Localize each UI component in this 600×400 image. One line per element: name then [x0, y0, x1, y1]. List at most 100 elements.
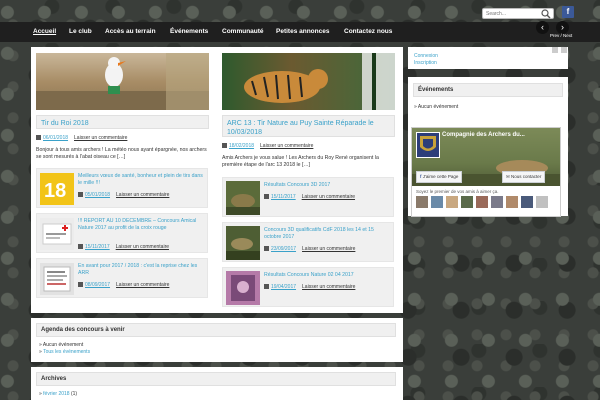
main-nav: Accueil Le club Accès au terrain Événeme… [0, 22, 600, 42]
post-excerpt: Amis Archers je vous salue ! Les Archers… [222, 155, 379, 168]
list-item: En avant pour 2017 / 2018 : c'est la rep… [36, 258, 208, 298]
avatar[interactable] [536, 196, 548, 208]
avatar[interactable] [446, 196, 458, 208]
mini-post-meta: 15/11/2017 Laisser un commentaire [78, 244, 169, 250]
post-thumbnail[interactable] [40, 263, 74, 295]
archive-count: (1) [70, 391, 78, 397]
tiger-target-image [244, 53, 395, 110]
post-thumbnail[interactable] [226, 226, 260, 260]
login-link[interactable]: Connexion [414, 53, 438, 59]
club-logo[interactable] [416, 132, 440, 158]
avatar[interactable] [416, 196, 428, 208]
mini-post-title[interactable]: !!! REPORT AU 10 DECEMBRE – Concours Ami… [78, 218, 206, 231]
mini-post-comment-link[interactable]: Laisser un commentaire [302, 284, 355, 290]
post-meta: 18/02/2018 Laisser un commentaire [222, 143, 313, 149]
agenda-all-events: » Tous les événements [39, 349, 91, 355]
post-comment-link[interactable]: Laisser un commentaire [260, 143, 313, 149]
post-thumbnail[interactable]: 18 [40, 173, 74, 205]
svg-text:18: 18 [44, 180, 66, 202]
post-thumbnail[interactable] [40, 218, 74, 250]
archives-widget: Archives » février 2018 (1) [31, 367, 403, 400]
facebook-page-name[interactable]: Compagnie des Archers du... [442, 132, 525, 138]
nav-evenements[interactable]: Événements [170, 22, 208, 42]
post-meta: 06/01/2018 Laisser un commentaire [36, 135, 127, 141]
calendar-icon [264, 246, 269, 252]
avatar[interactable] [431, 196, 443, 208]
post-title[interactable]: Tir du Roi 2018 [36, 115, 209, 129]
facebook-contact-button[interactable]: ✉ Nous contacter [502, 171, 546, 183]
facebook-page-widget: Compagnie des Archers du... f J'aime cet… [411, 127, 561, 217]
calendar-icon [264, 194, 269, 200]
events-empty-text: Aucun événement [417, 104, 459, 110]
top-bar: f [0, 0, 600, 22]
nav-communaute[interactable]: Communauté [222, 22, 264, 42]
mini-post-comment-link[interactable]: Laisser un commentaire [116, 282, 169, 288]
calendar-icon [264, 284, 269, 290]
agenda-widget: Agenda des concours à venir » Aucun évén… [31, 318, 403, 362]
all-events-link[interactable]: Tous les événements [43, 349, 90, 355]
post-image-arc13[interactable] [222, 53, 395, 110]
mini-post-meta: 19/04/2017 Laisser un commentaire [264, 284, 355, 290]
widget-title: Archives [36, 372, 396, 386]
facebook-contact-label: Nous contacter [511, 174, 542, 179]
post-thumbnail[interactable] [226, 271, 260, 305]
facebook-icon: f [420, 174, 422, 179]
calendar-icon [36, 135, 41, 141]
nav-contactez-nous[interactable]: Contactez nous [344, 22, 392, 42]
register-link[interactable]: Inscription [414, 60, 437, 66]
post-image-tir-du-roi[interactable] [36, 53, 209, 110]
sidebar-login-widget: Connexion Inscription [408, 47, 568, 69]
calendar-icon [222, 143, 227, 149]
mini-post-date[interactable]: 15/11/2017 [271, 194, 296, 200]
mini-post-title[interactable]: Meilleurs vœux de santé, bonheur et plei… [78, 173, 206, 186]
mini-post-comment-link[interactable]: Laisser un commentaire [302, 194, 355, 200]
list-item: Résultats Concours Nature 02 04 2017 19/… [222, 267, 394, 307]
nav-petites-annonces[interactable]: Petites annonces [276, 22, 329, 42]
avatar[interactable] [521, 196, 533, 208]
post-thumbnail[interactable] [226, 181, 260, 215]
post-date[interactable]: 18/02/2018 [229, 143, 254, 149]
mini-post-meta: 08/09/2017 Laisser un commentaire [78, 282, 169, 288]
mini-post-title[interactable]: Résultats Concours 3D 2017 [264, 182, 392, 189]
mini-post-date[interactable]: 19/04/2017 [271, 284, 296, 290]
mini-post-title[interactable]: Résultats Concours Nature 02 04 2017 [264, 272, 392, 279]
archive-item: » février 2018 (1) [39, 391, 78, 397]
mini-post-comment-link[interactable]: Laisser un commentaire [116, 192, 169, 198]
mini-post-comment-link[interactable]: Laisser un commentaire [116, 244, 169, 250]
list-item: Concours 3D qualificatifs CdF 2018 les 1… [222, 222, 394, 262]
widget-title: Agenda des concours à venir [36, 323, 396, 337]
avatar[interactable] [506, 196, 518, 208]
mini-post-title[interactable]: Concours 3D qualificatifs CdF 2018 les 1… [264, 227, 392, 240]
agenda-empty: » Aucun événement [39, 342, 84, 348]
list-item: 18 Meilleurs vœux de santé, bonheur et p… [36, 168, 208, 208]
post-title[interactable]: ARC 13 : Tir Nature au Puy Sainte Répara… [222, 115, 395, 137]
post-excerpt: Bonjour à tous amis archers ! La météo n… [36, 147, 207, 160]
post-comment-link[interactable]: Laisser un commentaire [74, 135, 127, 141]
post-date[interactable]: 06/01/2018 [43, 135, 68, 141]
mini-post-meta: 05/01/2018 Laisser un commentaire [78, 192, 169, 198]
archive-link[interactable]: février 2018 [43, 391, 69, 397]
mini-post-comment-link[interactable]: Laisser un commentaire [302, 246, 355, 252]
scroll-indicator [552, 47, 558, 53]
mini-post-title[interactable]: En avant pour 2017 / 2018 : c'est la rep… [78, 263, 206, 276]
facebook-like-button[interactable]: f J'aime cette Page [416, 171, 463, 183]
avatar[interactable] [491, 196, 503, 208]
avatar[interactable] [461, 196, 473, 208]
mini-post-date[interactable]: 23/09/2017 [271, 246, 296, 252]
main-content: Tir du Roi 2018 06/01/2018 Laisser un com… [31, 47, 403, 313]
search-icon[interactable] [541, 9, 551, 19]
slider-prev-button[interactable]: ‹ [536, 21, 549, 34]
mail-icon: ✉ [506, 174, 510, 179]
facebook-like-label: J'aime cette Page [422, 174, 459, 179]
avatar[interactable] [476, 196, 488, 208]
mini-post-date[interactable]: 15/11/2017 [85, 244, 110, 250]
events-empty: » Aucun événement [414, 104, 459, 110]
facebook-friends-text: Soyez le premier de vos amis à aimer ça. [416, 189, 499, 194]
calendar-icon [78, 244, 83, 250]
nav-accueil[interactable]: Accueil [33, 22, 56, 42]
nav-le-club[interactable]: Le club [69, 22, 92, 42]
mini-post-date[interactable]: 08/09/2017 [85, 282, 110, 288]
mini-post-date[interactable]: 05/01/2018 [85, 192, 110, 198]
facebook-icon[interactable]: f [562, 6, 574, 18]
nav-acces-terrain[interactable]: Accès au terrain [105, 22, 156, 42]
